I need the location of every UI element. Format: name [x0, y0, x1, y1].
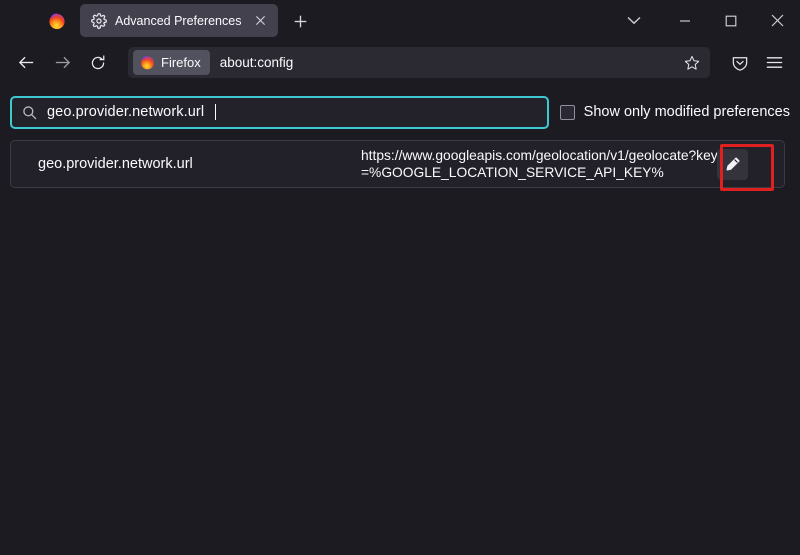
tab-strip: Advanced Preferences — [0, 0, 800, 41]
toolbar-right-buttons — [724, 47, 790, 79]
forward-button[interactable] — [44, 47, 80, 79]
pocket-button[interactable] — [724, 47, 756, 79]
minimize-icon — [680, 19, 690, 22]
firefox-brand-logo — [0, 0, 80, 41]
text-caret — [215, 104, 217, 120]
address-text[interactable]: about:config — [210, 55, 678, 70]
search-icon — [23, 105, 37, 119]
pocket-icon — [732, 56, 748, 71]
hamburger-menu-icon — [766, 57, 782, 68]
address-bar[interactable]: Firefox about:config — [128, 47, 710, 78]
list-all-tabs-button[interactable] — [606, 0, 662, 41]
about-config-page: geo.provider.network.url Show only modif… — [0, 84, 800, 555]
identity-chip-firefox[interactable]: Firefox — [133, 50, 210, 75]
preference-name: geo.provider.network.url — [38, 156, 193, 172]
show-only-modified-row[interactable]: Show only modified preferences — [559, 104, 790, 120]
chevron-down-icon — [627, 16, 641, 25]
plus-icon — [294, 15, 306, 27]
close-window-button[interactable] — [754, 0, 800, 41]
minimize-button[interactable] — [662, 0, 708, 41]
star-icon — [684, 55, 700, 70]
show-only-modified-label: Show only modified preferences — [583, 104, 790, 120]
table-row[interactable]: geo.provider.network.url https://www.goo… — [10, 140, 785, 188]
close-icon — [771, 14, 783, 27]
preference-search-box[interactable]: geo.provider.network.url — [10, 95, 549, 129]
reload-button[interactable] — [80, 47, 116, 79]
search-row: geo.provider.network.url Show only modif… — [10, 94, 790, 130]
firefox-logo-icon — [49, 13, 65, 29]
gear-icon — [91, 12, 107, 29]
pencil-edit-icon — [726, 157, 740, 171]
tab-title: Advanced Preferences — [115, 13, 242, 28]
maximize-button[interactable] — [708, 0, 754, 41]
navigation-toolbar: Firefox about:config — [0, 41, 800, 84]
close-icon — [255, 15, 265, 26]
preferences-list: geo.provider.network.url https://www.goo… — [10, 140, 790, 191]
window-controls — [606, 0, 800, 41]
bookmark-star-button[interactable] — [678, 50, 706, 76]
tab-close-icon[interactable] — [251, 12, 269, 30]
show-only-modified-checkbox[interactable] — [559, 104, 575, 120]
firefox-logo-icon — [141, 56, 154, 70]
arrow-right-icon — [55, 56, 70, 69]
app-menu-button[interactable] — [758, 47, 790, 79]
tab-advanced-preferences[interactable]: Advanced Preferences — [80, 4, 278, 37]
arrow-left-icon — [18, 56, 33, 69]
maximize-icon — [725, 15, 737, 26]
reload-icon — [91, 54, 105, 69]
new-tab-button[interactable] — [284, 5, 316, 37]
edit-preference-button[interactable] — [717, 149, 748, 180]
identity-chip-label: Firefox — [161, 55, 201, 70]
search-input[interactable]: geo.provider.network.url — [47, 104, 204, 120]
back-button[interactable] — [8, 47, 44, 79]
